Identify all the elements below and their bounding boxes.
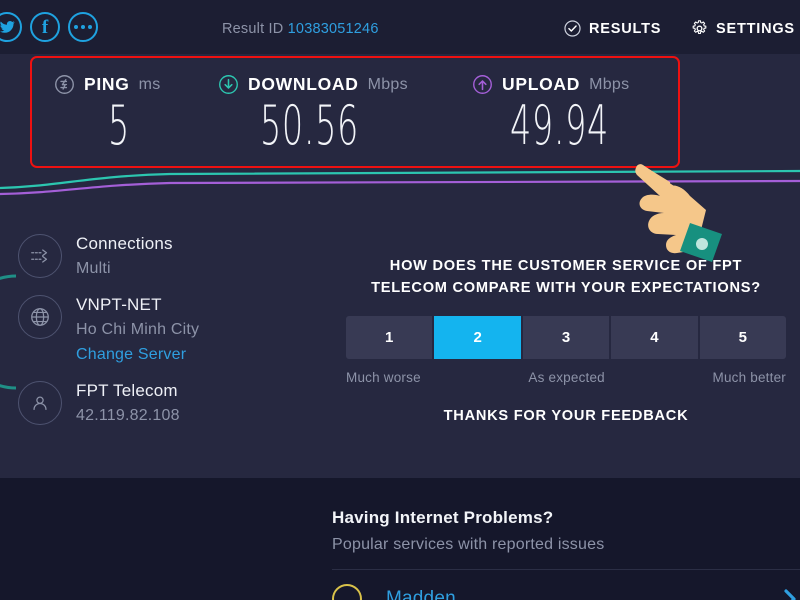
twitter-share-button[interactable] xyxy=(0,12,22,42)
scale-label-low: Much worse xyxy=(346,370,421,385)
customer-survey: HOW DOES THE CUSTOMER SERVICE OF FPT TEL… xyxy=(346,255,786,424)
result-id-value[interactable]: 10383051246 xyxy=(288,21,379,37)
globe-icon xyxy=(18,295,62,339)
pointing-hand-cursor xyxy=(635,164,722,262)
speedtest-result-page: f Result ID 10383051246 RESULTS SETTINGS xyxy=(0,0,800,600)
nav-settings-label: SETTINGS xyxy=(716,20,795,37)
rating-option-3[interactable]: 3 xyxy=(522,316,610,359)
metric-download-unit: Mbps xyxy=(367,75,408,93)
service-row-madden[interactable]: Madden xyxy=(332,584,800,600)
download-arrow-icon xyxy=(219,75,238,94)
metric-download: DOWNLOAD Mbps 50.56 xyxy=(218,74,420,155)
ellipsis-icon xyxy=(74,25,92,29)
info-title-isp: FPT Telecom xyxy=(76,381,178,400)
internet-problems-subtitle: Popular services with reported issues xyxy=(332,536,605,553)
globe-glyph-icon xyxy=(31,308,49,326)
internet-problems-title: Having Internet Problems? xyxy=(332,508,554,527)
connections-arrows-icon xyxy=(31,249,48,263)
facebook-icon: f xyxy=(41,16,49,38)
metric-upload-unit: Mbps xyxy=(589,75,630,93)
info-sub-connections: Multi xyxy=(76,260,111,277)
section-divider xyxy=(332,569,800,570)
info-title-server: VNPT-NET xyxy=(76,295,162,314)
metric-upload-value: 49.94 xyxy=(510,94,609,157)
facebook-share-button[interactable]: f xyxy=(30,12,60,42)
ping-icon xyxy=(55,75,74,94)
survey-question-line2: TELECOM COMPARE WITH YOUR EXPECTATIONS? xyxy=(371,280,761,296)
metric-download-value: 50.56 xyxy=(260,94,359,157)
metric-ping-label: PING xyxy=(84,74,130,94)
cuff-button xyxy=(696,238,708,250)
metric-ping: PING ms 5 xyxy=(54,74,161,155)
top-bar: f Result ID 10383051246 RESULTS SETTINGS xyxy=(0,0,800,54)
person-icon xyxy=(18,381,62,425)
nav-settings[interactable]: SETTINGS xyxy=(690,19,795,38)
metric-ping-value: 5 xyxy=(108,94,130,157)
gear-icon xyxy=(692,20,707,34)
scale-label-mid: As expected xyxy=(528,370,605,385)
info-sub-isp: 42.119.82.108 xyxy=(76,407,180,424)
metric-download-label: DOWNLOAD xyxy=(248,74,359,94)
nav-results[interactable]: RESULTS xyxy=(563,19,661,38)
connections-icon xyxy=(18,234,62,278)
metric-ping-unit: ms xyxy=(138,75,161,93)
upload-arrow-icon xyxy=(473,75,492,94)
twitter-icon xyxy=(0,20,15,33)
change-server-link[interactable]: Change Server xyxy=(76,342,318,367)
status-circle-icon xyxy=(332,584,362,600)
rating-option-1[interactable]: 1 xyxy=(346,316,433,359)
survey-scale-labels: Much worse As expected Much better xyxy=(346,370,786,385)
check-circle-icon xyxy=(564,20,581,37)
rating-option-4[interactable]: 4 xyxy=(611,316,698,359)
rating-option-5[interactable]: 5 xyxy=(699,316,786,359)
nav-results-label: RESULTS xyxy=(589,20,662,37)
metric-upload-label: UPLOAD xyxy=(502,74,581,94)
service-name-madden[interactable]: Madden xyxy=(386,588,456,600)
info-sub-server: Ho Chi Minh City xyxy=(76,321,200,338)
scale-label-high: Much better xyxy=(712,370,786,385)
info-row-connections: Connections Multi xyxy=(18,232,318,281)
metric-ping-header: PING ms xyxy=(54,74,161,95)
metric-download-header: DOWNLOAD Mbps xyxy=(218,74,420,95)
result-id: Result ID 10383051246 xyxy=(222,21,379,37)
info-row-server: VNPT-NET Ho Chi Minh City Change Server xyxy=(18,293,318,367)
internet-problems-section: Having Internet Problems? Popular servic… xyxy=(332,508,800,600)
metric-upload-header: UPLOAD Mbps xyxy=(472,74,670,95)
more-share-button[interactable] xyxy=(68,12,98,42)
survey-rating-group: 1 2 3 4 5 xyxy=(346,316,786,359)
survey-thanks-message: THANKS FOR YOUR FEEDBACK xyxy=(443,408,689,424)
result-id-label: Result ID xyxy=(222,21,284,37)
social-share-group: f xyxy=(0,12,98,42)
info-title-connections: Connections xyxy=(76,234,173,253)
metric-upload: UPLOAD Mbps 49.94 xyxy=(472,74,670,155)
connection-info-list: Connections Multi VNPT-NET Ho Chi Minh C… xyxy=(18,232,318,440)
person-glyph-icon xyxy=(33,396,47,411)
info-row-isp: FPT Telecom 42.119.82.108 xyxy=(18,379,318,428)
chevron-right-icon xyxy=(784,589,796,600)
rating-option-2[interactable]: 2 xyxy=(434,316,521,359)
